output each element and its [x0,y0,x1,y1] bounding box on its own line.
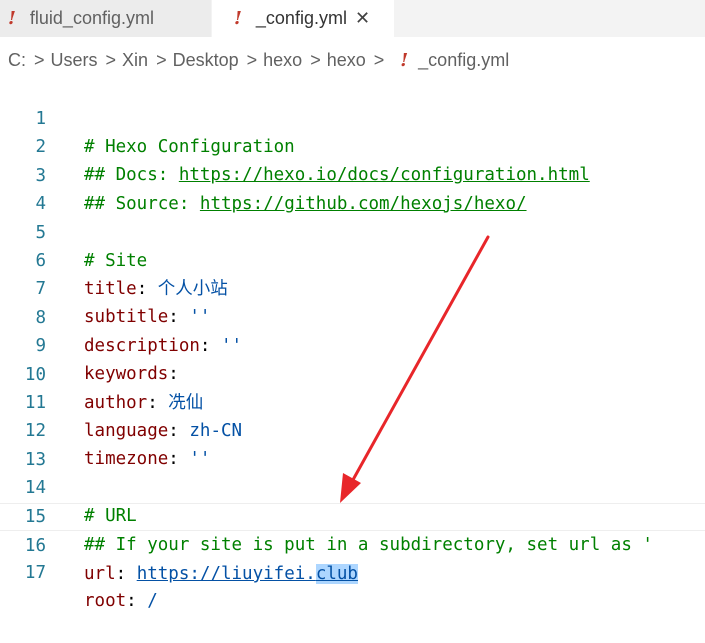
breadcrumb-item-xin[interactable]: Xin [122,50,148,71]
chevron-right-icon: > [105,49,117,70]
code-line[interactable]: 1 # Hexo Configuration [0,77,705,157]
code-line[interactable]: 10 author: 冼仙 [0,333,705,413]
tab-label: fluid_config.yml [29,8,154,28]
close-icon[interactable]: ✕ [355,8,370,29]
tab-label: _config.yml [255,8,347,28]
breadcrumb: C: > Users > Xin > Desktop > hexo > hexo… [0,42,705,78]
breadcrumb-item-users[interactable]: Users [51,50,98,71]
breadcrumb-item-drive[interactable]: C: [8,50,26,71]
breadcrumb-item-hexo-sub[interactable]: hexo [327,50,366,71]
code-line[interactable]: 17 root: / [0,531,705,611]
yaml-exclamation-icon: ! [400,49,409,71]
chevron-right-icon: > [34,49,45,70]
code-line[interactable]: 3 ## Source: https://github.com/hexojs/h… [0,134,705,214]
code-line[interactable]: 15 ## If your site is put in a subdirect… [0,475,705,555]
yaml-key: url [84,564,116,584]
code-editor[interactable]: 1 # Hexo Configuration 2 ## Docs: https:… [0,77,705,611]
selected-text[interactable]: club [315,564,358,584]
code-line[interactable]: 14 # URL [0,446,705,526]
code-line[interactable]: 5 # Site [0,191,705,271]
code-line[interactable]: 12 timezone: '' [0,389,705,469]
yaml-value: / [147,591,158,612]
code-line-active[interactable]: 16 url: https://liuyifei.club [0,503,705,584]
code-line[interactable]: 9 keywords: [0,304,705,384]
tab-fluid-config[interactable]: ! fluid_config.yml [0,0,212,37]
code-line[interactable]: 6 title: 个人小站 [0,219,705,299]
code-line[interactable]: 8 description: '' [0,276,705,356]
tab-config-active[interactable]: ! _config.yml ✕ [212,0,394,37]
url-value-link[interactable]: https://liuyifei. [137,564,316,584]
breadcrumb-item-hexo[interactable]: hexo [263,50,302,71]
yaml-exclamation-icon: ! [234,8,242,29]
yaml-key: root [84,591,127,612]
breadcrumb-item-desktop[interactable]: Desktop [173,50,239,71]
code-line[interactable]: 13 [0,418,705,470]
chevron-right-icon: > [156,49,167,70]
code-line[interactable]: 4 [0,162,705,214]
chevron-right-icon: > [310,49,321,70]
line-number: 17 [24,563,46,584]
code-line[interactable]: 7 subtitle: '' [0,247,705,327]
tab-bar: ! fluid_config.yml ! _config.yml ✕ [0,0,705,37]
chevron-right-icon: > [246,49,258,70]
code-line[interactable]: 2 ## Docs: https://hexo.io/docs/configur… [0,105,705,185]
breadcrumb-item-file[interactable]: _config.yml [418,50,509,71]
yaml-exclamation-icon: ! [8,8,16,29]
chevron-right-icon: > [373,49,385,70]
code-line[interactable]: 11 language: zh-CN [0,361,705,441]
